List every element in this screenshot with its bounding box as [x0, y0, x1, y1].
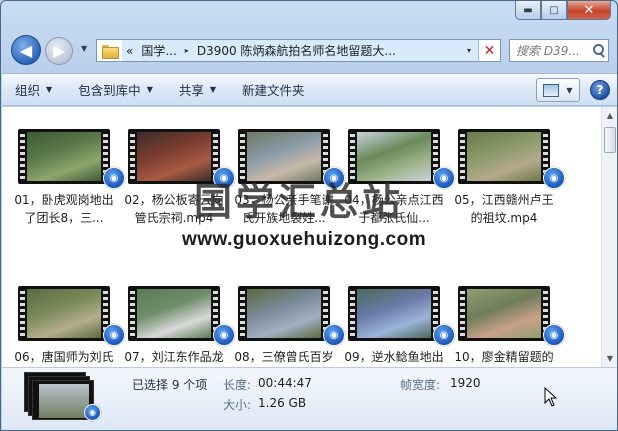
breadcrumb-item-current[interactable]: D3900 陈炳森航拍名师名地留题大... [197, 42, 396, 59]
windows-media-player-icon: ◉ [433, 167, 455, 189]
share-menu[interactable]: 共享 ▼ [166, 74, 229, 105]
breadcrumb[interactable]: « 国学... ▸ D3900 陈炳森航拍名师名地留题大... [122, 40, 460, 61]
address-dropdown-icon[interactable]: ▾ [460, 40, 478, 61]
film-strip-edge [130, 131, 135, 182]
thumbnail-image [137, 289, 211, 338]
windows-media-player-icon: ◉ [103, 167, 125, 189]
watermark-url: www.guoxuehuizong.com [182, 229, 427, 250]
chevron-down-icon[interactable]: ▼ [566, 86, 572, 95]
windows-media-player-icon: ◉ [433, 324, 455, 346]
frame-width-value: 1920 [450, 376, 481, 390]
thumbnail-image [467, 289, 541, 338]
film-strip-edge [350, 288, 355, 339]
new-folder-label: 新建文件夹 [242, 83, 305, 98]
chevron-down-icon: ▼ [209, 85, 217, 94]
size-label: 大小: [223, 398, 252, 412]
film-strip-edge [130, 288, 135, 339]
selection-thumbnail-stack: ◉ [24, 372, 102, 426]
file-name: 07，刘江东作品龙泉地... [124, 350, 224, 364]
minimize-button[interactable]: ▬ [515, 1, 541, 20]
scrollbar-thumb[interactable] [604, 127, 616, 153]
size-value: 1.26 GB [258, 396, 307, 410]
new-folder-button[interactable]: 新建文件夹 [229, 74, 318, 105]
video-thumbnail [458, 286, 550, 341]
explorer-window: ▬ □ ✕ ◀ ▶ ▼ « 国学... ▸ D3900 陈炳森航拍名师名地留题大… [0, 0, 618, 431]
film-strip-edge [460, 131, 465, 182]
file-name: 05，江西赣州卢王的祖坟.mp4 [454, 193, 554, 225]
forward-arrow-icon[interactable]: ▶ [45, 37, 73, 65]
close-button[interactable]: ✕ [567, 1, 611, 20]
video-thumbnail [18, 129, 110, 184]
caption-buttons: ▬ □ ✕ [515, 1, 611, 20]
include-in-library-menu[interactable]: 包含到库中 ▼ [65, 74, 166, 105]
breadcrumb-overflow[interactable]: « [126, 44, 133, 58]
video-thumbnail [128, 286, 220, 341]
chevron-down-icon: ▼ [146, 85, 153, 94]
watermark-text: 国学汇总站 [194, 179, 405, 224]
film-strip-edge [20, 288, 25, 339]
file-list[interactable]: ◉ 01，卧虎观岗地出了团长8，三... ◉ 02，杨公板寄云向管氏宗祠.mp4 ◉ 03… [2, 107, 617, 367]
thumbnail-image [467, 132, 541, 181]
search-placeholder: 搜索 D39... [516, 44, 580, 58]
file-name: 08，三僚曾氏百岁龙门地... [234, 350, 334, 364]
scroll-down-icon[interactable]: ▼ [602, 350, 617, 367]
breadcrumb-item-guoxue[interactable]: 国学... [141, 42, 176, 59]
vertical-scrollbar[interactable]: ▲ ▼ [601, 107, 617, 367]
search-input[interactable]: 搜索 D39... [509, 39, 609, 62]
help-icon[interactable]: ? [590, 80, 610, 100]
maximize-button[interactable]: □ [541, 1, 567, 20]
duration-label: 长度: [223, 378, 252, 392]
thumbnail-image [27, 289, 101, 338]
video-thumbnail [348, 286, 440, 341]
file-name: 01，卧虎观岗地出了团长8，三... [14, 193, 114, 225]
include-library-label: 包含到库中 [78, 83, 141, 98]
back-arrow-icon[interactable]: ◀ [11, 35, 41, 65]
thumbnail-image [247, 289, 321, 338]
recent-pages-dropdown[interactable]: ▼ [81, 44, 87, 53]
folder-icon [101, 44, 119, 59]
windows-media-player-icon: ◉ [323, 324, 345, 346]
thumbnail-image [27, 132, 101, 181]
details-pane: ◉ 已选择 9 个项 长度: 00:44:47 大小: 1.26 GB 帧宽度:… [2, 367, 617, 430]
stop-icon[interactable]: ✕ [478, 40, 500, 61]
windows-media-player-icon: ◉ [213, 324, 235, 346]
breadcrumb-separator-icon[interactable]: ▸ [185, 46, 189, 55]
video-thumbnail [238, 286, 330, 341]
video-thumbnail [458, 129, 550, 184]
share-label: 共享 [178, 83, 204, 98]
film-strip-edge [240, 288, 245, 339]
windows-media-player-icon: ◉ [543, 167, 565, 189]
duration-value: 00:44:47 [258, 376, 312, 390]
windows-media-player-icon: ◉ [103, 324, 125, 346]
file-name: 10，廖金精留题的马鞍... [454, 350, 554, 364]
organize-menu[interactable]: 组织 ▼ [2, 74, 65, 105]
selection-count: 已选择 9 个项 [132, 378, 208, 392]
scroll-up-icon[interactable]: ▲ [602, 107, 617, 124]
search-icon[interactable] [590, 42, 608, 60]
video-thumbnail [18, 286, 110, 341]
windows-media-player-icon: ◉ [543, 324, 565, 346]
windows-media-player-icon: ◉ [84, 404, 101, 421]
command-bar: 组织 ▼ 包含到库中 ▼ 共享 ▼ 新建文件夹 ▼ ? [2, 73, 617, 106]
organize-label: 组织 [15, 83, 41, 98]
chevron-down-icon: ▼ [46, 85, 53, 94]
address-bar[interactable]: « 国学... ▸ D3900 陈炳森航拍名师名地留题大... ▾ ✕ [96, 39, 501, 62]
file-name: 06，唐国师为刘氏所扦的... [14, 350, 114, 364]
film-strip-edge [20, 131, 25, 182]
frame-width-label: 帧宽度: [400, 378, 441, 392]
film-strip-edge [460, 288, 465, 339]
change-view-button[interactable]: ▼ [536, 78, 580, 102]
file-name: 09，逆水鲶鱼地出了十大... [344, 350, 444, 364]
thumbnail-image [357, 289, 431, 338]
view-icon [543, 83, 560, 97]
